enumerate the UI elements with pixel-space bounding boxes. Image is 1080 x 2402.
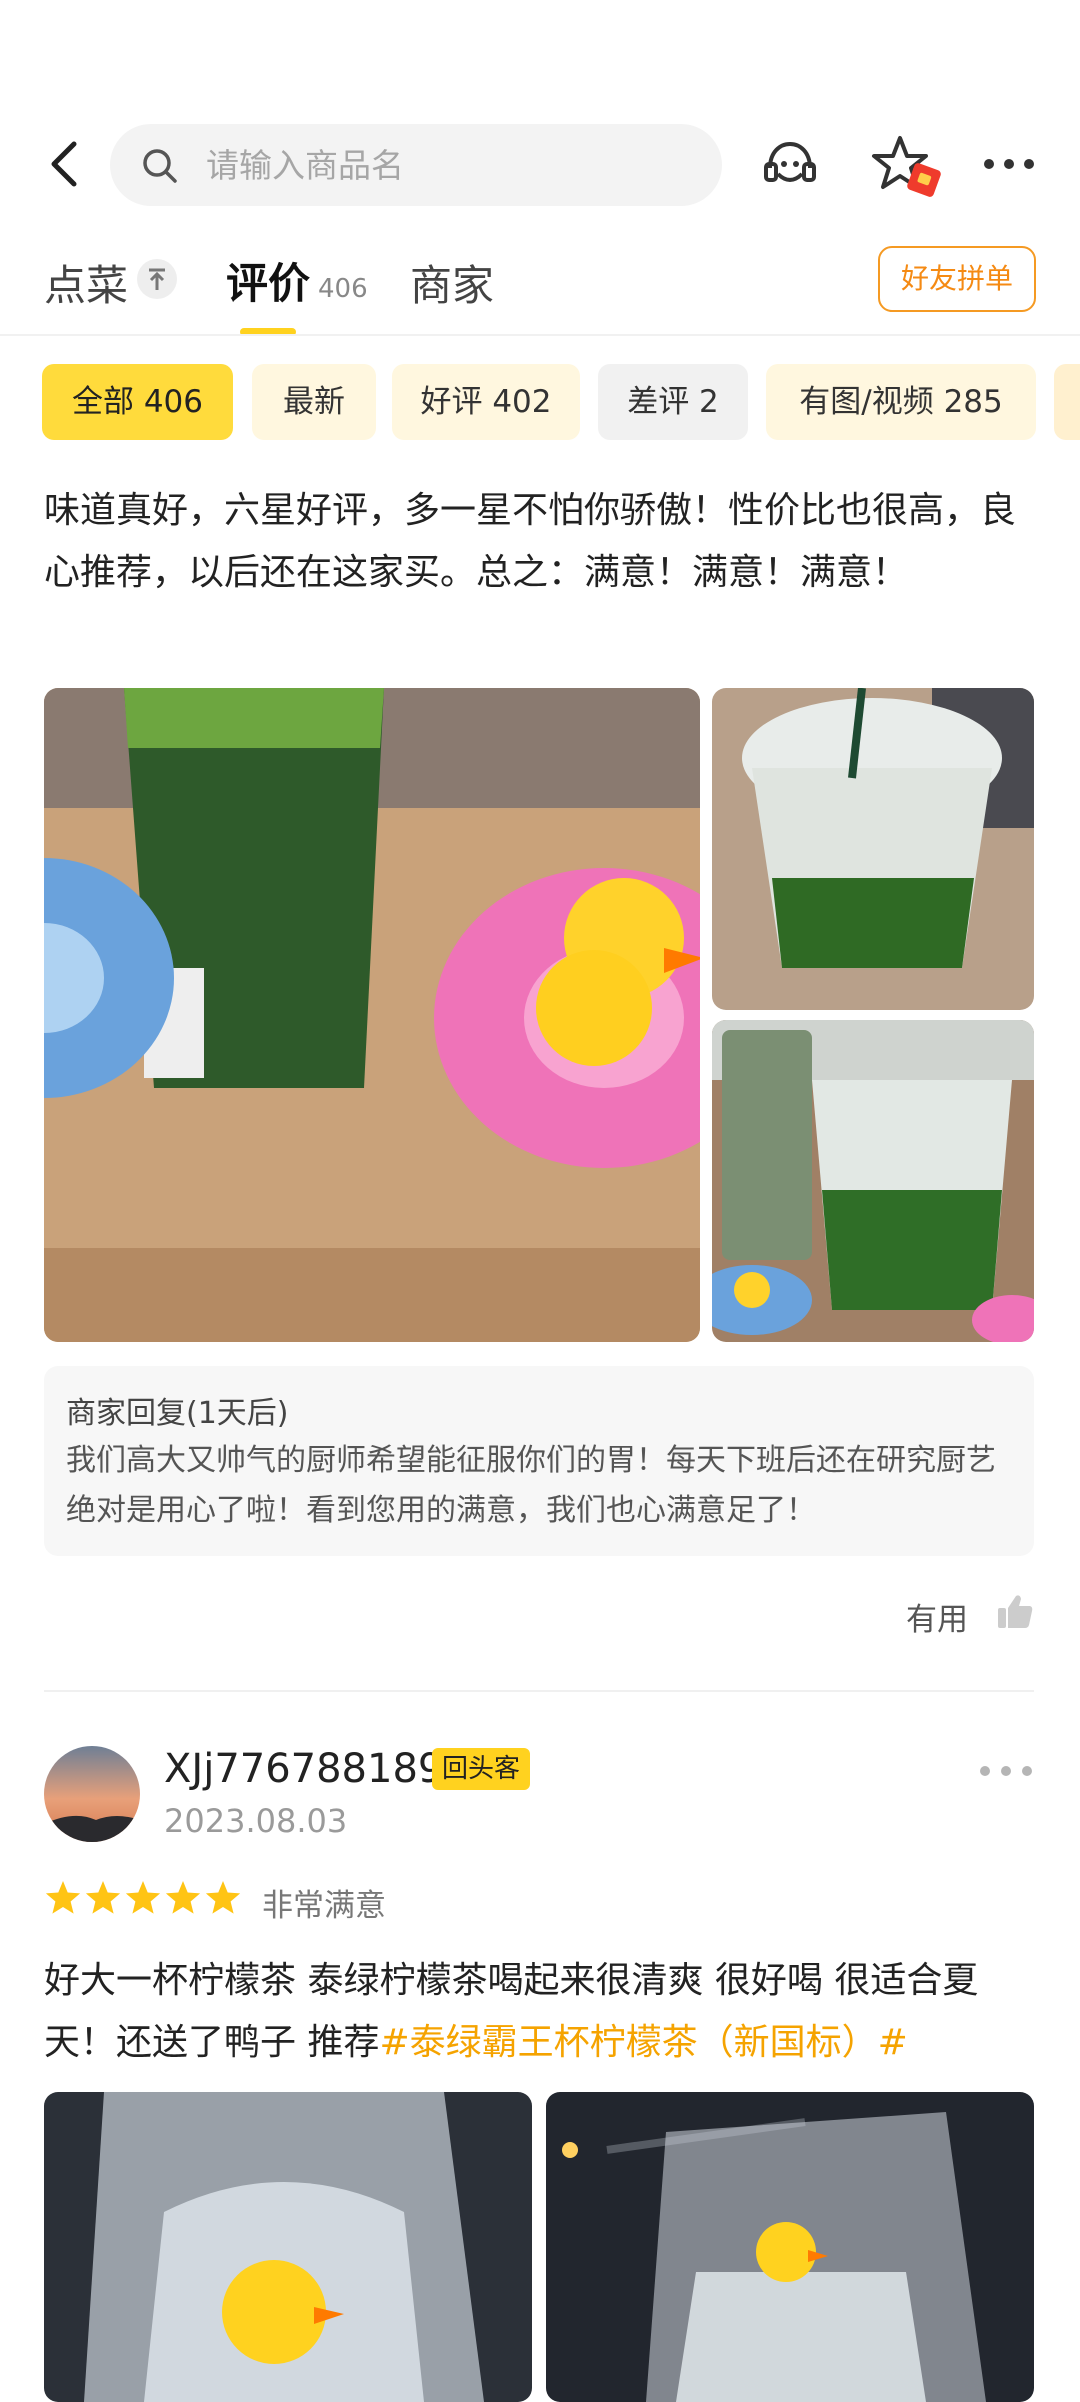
tab-reviews[interactable]: 评价 xyxy=(226,250,310,311)
divider xyxy=(44,1690,1034,1692)
avatar[interactable] xyxy=(44,1746,140,1842)
filter-media[interactable]: 有图/视频 285 xyxy=(766,364,1036,440)
filter-bad[interactable]: 差评 2 xyxy=(598,364,748,440)
merchant-reply-text: 我们高大又帅气的厨师希望能征服你们的胃！每天下班后还在研究厨艺绝对是用心了啦！看… xyxy=(66,1443,996,1528)
review-photo[interactable] xyxy=(44,2092,532,2402)
review-date: 2023.08.03 xyxy=(164,1802,348,1840)
filter-all[interactable]: 全部 406 xyxy=(42,364,233,440)
tab-reviews-count: 406 xyxy=(318,274,368,304)
red-packet-badge-icon xyxy=(907,163,941,197)
rating-star-icon xyxy=(165,1881,201,1914)
divider xyxy=(0,334,1080,336)
thumbs-up-icon[interactable] xyxy=(996,1592,1034,1630)
review-username[interactable]: XJj776788189 xyxy=(164,1746,443,1792)
pin-top-icon[interactable] xyxy=(136,258,178,300)
more-icon[interactable] xyxy=(982,154,1036,174)
rating-stars xyxy=(45,1881,240,1914)
review-photo[interactable] xyxy=(44,688,700,1342)
review-photo[interactable] xyxy=(712,688,1034,1010)
return-customer-badge: 回头客 xyxy=(432,1748,531,1790)
merchant-reply-title: 商家回复(1天后) xyxy=(66,1396,289,1431)
more-icon[interactable] xyxy=(978,1762,1034,1780)
review-photo[interactable] xyxy=(712,1020,1034,1342)
search-icon xyxy=(143,149,177,183)
tab-merchant[interactable]: 商家 xyxy=(410,252,494,313)
rating-star-icon xyxy=(45,1881,81,1914)
rating-star-icon xyxy=(85,1881,121,1914)
search-input[interactable] xyxy=(206,138,686,192)
useful-button-label[interactable]: 有用 xyxy=(906,1594,968,1639)
filter-good[interactable]: 好评 402 xyxy=(392,364,580,440)
rating-star-icon xyxy=(205,1881,240,1914)
rating-text: 非常满意 xyxy=(262,1888,386,1924)
review-text: 味道真好，六星好评，多一星不怕你骄傲！性价比也很高，良心推荐，以后还在这家买。总… xyxy=(44,490,1017,593)
customer-service-icon[interactable] xyxy=(762,138,818,192)
filter-latest[interactable]: 最新 xyxy=(252,364,376,440)
filter-more[interactable] xyxy=(1054,364,1080,440)
review-text: 好大一杯柠檬茶 泰绿柠檬茶喝起来很清爽 很好喝 很适合夏天！还送了鸭子 推荐#泰… xyxy=(44,1950,1034,2074)
tab-menu[interactable]: 点菜 xyxy=(44,252,128,313)
back-icon[interactable] xyxy=(44,138,84,190)
rating-star-icon xyxy=(125,1881,161,1914)
review-photo[interactable] xyxy=(546,2092,1034,2402)
group-order-button[interactable]: 好友拼单 xyxy=(878,246,1036,312)
hashtag-link[interactable]: #泰绿霸王杯柠檬茶（新国标）# xyxy=(379,2022,907,2063)
